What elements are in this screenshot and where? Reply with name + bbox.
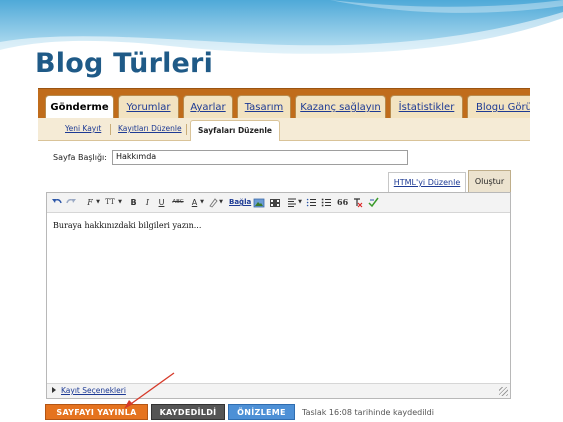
annotation-arrow xyxy=(124,372,175,409)
